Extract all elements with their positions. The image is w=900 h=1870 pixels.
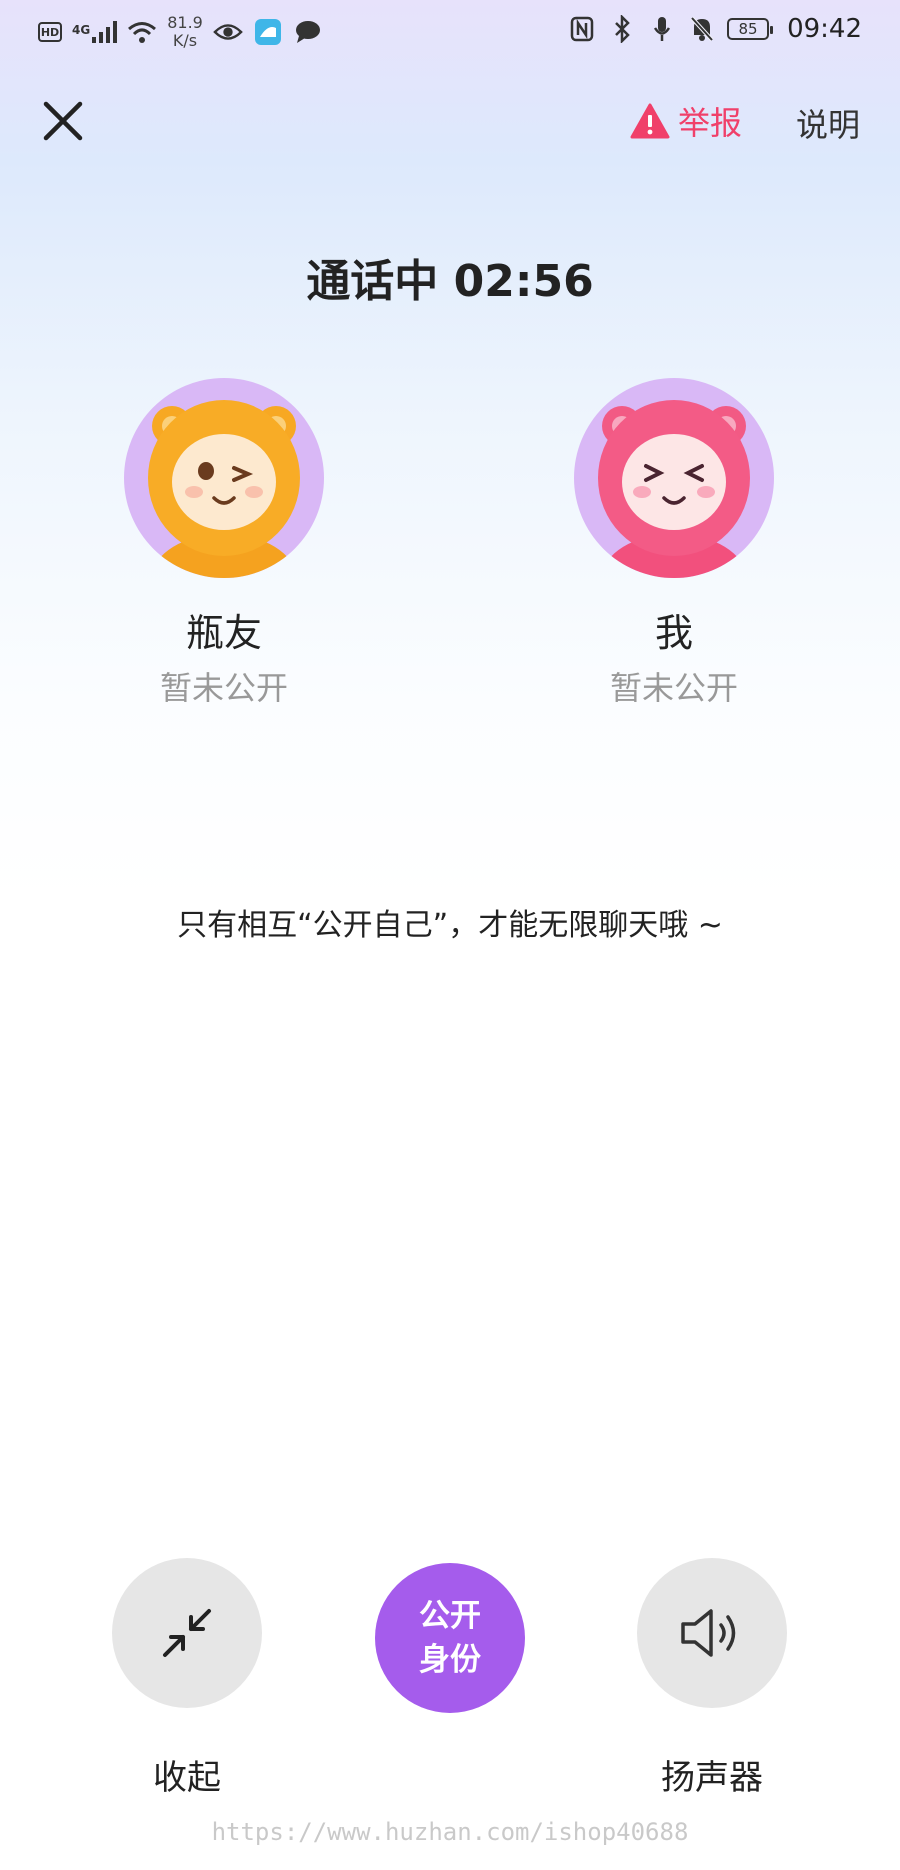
bluetooth-icon [607,15,637,43]
network-speed: 81.9 K/s [167,14,203,50]
call-status: 通话中 02:56 [306,256,594,307]
smiling-mascot-avatar [598,400,750,578]
collapse-arrows-icon [163,1609,211,1657]
clock: 09:42 [787,14,862,44]
message-icon [293,19,323,45]
report-label: 举报 [677,104,742,142]
microphone-icon [647,16,677,42]
help-button[interactable]: 说明 [796,100,860,146]
reveal-hint: 只有相互“公开自己”，才能无限聊天哦 ~ [177,908,723,943]
participant-name: 我 [654,611,693,655]
nfc-icon [567,16,597,42]
speaker-label: 扬声器 [661,1758,763,1798]
report-button[interactable]: 举报 [630,98,742,144]
signal-group: 4G [72,21,118,43]
minimize-button[interactable] [112,1558,262,1708]
signal-icon [92,21,118,43]
warning-icon [630,103,670,139]
participant-friend: 瓶友 暂未公开 [124,378,324,709]
status-bar: HD 4G 81.9 K/s 85 09:42 [0,0,900,70]
reveal-identity-button[interactable]: 公开 身份 [375,1563,525,1713]
speed-value: 81.9 [167,13,203,32]
speaker-icon [681,1609,736,1657]
battery-icon: 85 [727,18,774,40]
watermark: https://www.huzhan.com/ishop40688 [211,1818,689,1846]
participant-me: 我 暂未公开 [574,378,774,709]
reveal-label-line2: 身份 [419,1642,481,1678]
hd-icon: HD [38,22,62,42]
close-icon [43,101,83,141]
status-left: HD 4G 81.9 K/s [38,14,323,50]
participant-status: 暂未公开 [609,669,738,707]
close-button[interactable] [40,98,86,144]
participant-name: 瓶友 [185,611,262,655]
minimize-label: 收起 [153,1758,221,1798]
top-bar: 举报 说明 [0,80,900,160]
speaker-button[interactable] [637,1558,787,1708]
eye-icon [213,19,243,45]
reveal-label-line1: 公开 [419,1598,481,1634]
bell-muted-icon [687,16,717,42]
app-notification-icon [253,19,283,45]
winking-mascot-avatar [148,400,300,578]
avatar-me[interactable] [574,378,774,578]
avatar-friend[interactable] [124,378,324,578]
status-right: 85 09:42 [567,14,862,44]
speed-unit: K/s [172,31,198,50]
wifi-icon [127,19,157,45]
network-type: 4G [72,23,91,37]
participant-status: 暂未公开 [159,669,288,707]
